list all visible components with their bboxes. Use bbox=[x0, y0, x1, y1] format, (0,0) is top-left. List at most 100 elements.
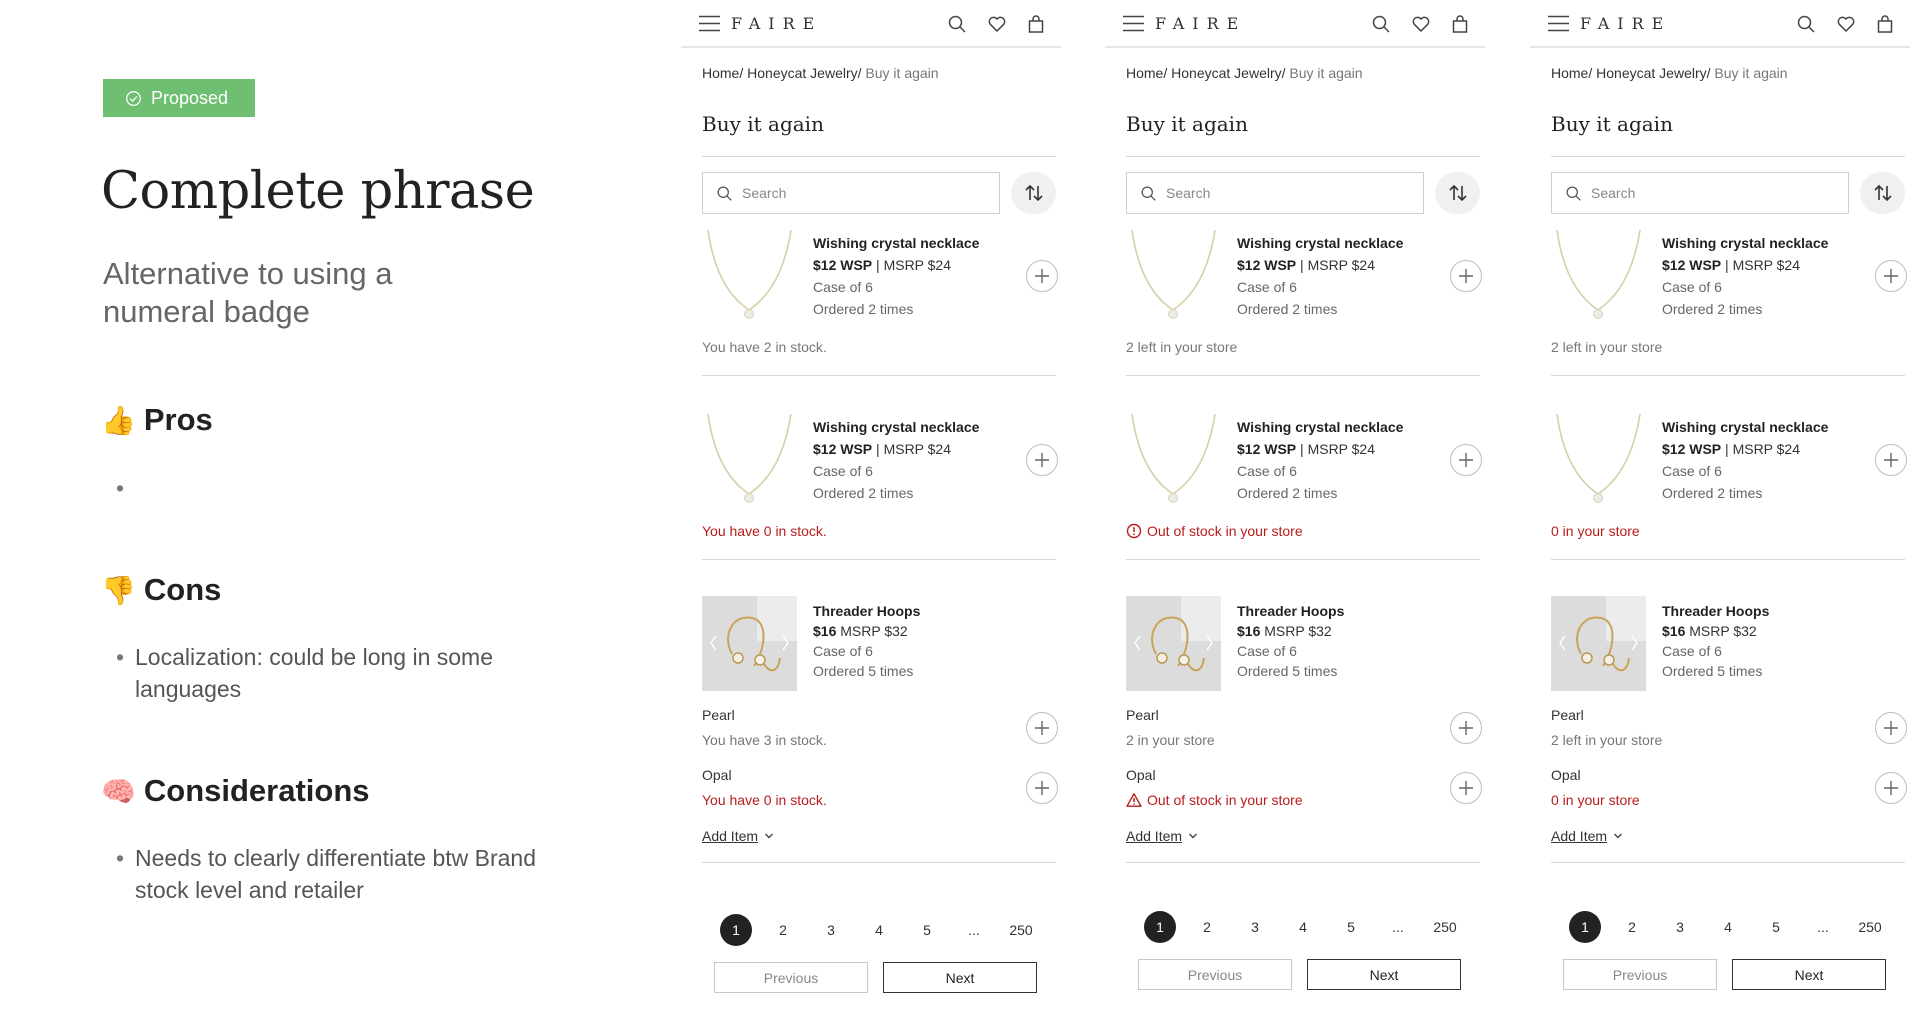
threader-hoops-image-carousel[interactable] bbox=[1551, 596, 1646, 691]
necklace-product-image[interactable] bbox=[1126, 412, 1221, 507]
product-name[interactable]: Wishing crystal necklace bbox=[1662, 232, 1828, 254]
page-number[interactable]: 5 bbox=[1758, 911, 1794, 943]
breadcrumb-home[interactable]: Home bbox=[1551, 65, 1588, 81]
add-to-cart-button[interactable] bbox=[1875, 444, 1907, 476]
add-to-cart-button[interactable] bbox=[1026, 712, 1058, 744]
msrp-price: MSRP $24 bbox=[883, 441, 952, 457]
faire-logo[interactable]: FAIRE bbox=[1580, 14, 1671, 33]
product-price: $16 MSRP $32 bbox=[813, 621, 920, 641]
threader-hoops-image-carousel[interactable] bbox=[702, 596, 797, 691]
add-to-cart-button[interactable] bbox=[1875, 712, 1907, 744]
heart-icon[interactable] bbox=[1836, 14, 1856, 34]
necklace-product-image[interactable] bbox=[702, 228, 797, 323]
page-number-active[interactable]: 1 bbox=[1569, 911, 1601, 943]
shopping-bag-icon[interactable] bbox=[1450, 14, 1470, 34]
product-name[interactable]: Threader Hoops bbox=[1662, 601, 1769, 621]
necklace-product-image[interactable] bbox=[702, 412, 797, 507]
next-button[interactable]: Next bbox=[883, 962, 1037, 993]
search-input[interactable]: Search bbox=[1126, 172, 1424, 214]
search-icon[interactable] bbox=[1371, 14, 1391, 34]
breadcrumb: Home/ Honeycat Jewelry/ Buy it again bbox=[1126, 65, 1363, 81]
page-number-active[interactable]: 1 bbox=[720, 914, 752, 946]
page-number[interactable]: 5 bbox=[909, 914, 945, 946]
page-number[interactable]: 250 bbox=[1427, 911, 1463, 943]
necklace-product-image[interactable] bbox=[1551, 228, 1646, 323]
threader-hoops-image-carousel[interactable] bbox=[1126, 596, 1221, 691]
necklace-product-image[interactable] bbox=[1126, 228, 1221, 323]
product-name[interactable]: Threader Hoops bbox=[1237, 601, 1344, 621]
order-count: Ordered 2 times bbox=[813, 485, 914, 501]
menu-icon[interactable] bbox=[699, 15, 720, 32]
heart-icon[interactable] bbox=[1411, 14, 1431, 34]
next-button[interactable]: Next bbox=[1732, 959, 1886, 990]
breadcrumb-home[interactable]: Home bbox=[1126, 65, 1163, 81]
page-number[interactable]: 2 bbox=[765, 914, 801, 946]
sort-arrows-icon bbox=[1873, 184, 1892, 202]
breadcrumb-brand[interactable]: Honeycat Jewelry bbox=[1171, 65, 1282, 81]
page-number[interactable]: 250 bbox=[1852, 911, 1888, 943]
add-item-dropdown[interactable]: Add Item bbox=[702, 828, 774, 844]
menu-icon[interactable] bbox=[1548, 15, 1569, 32]
list-item: Localization: could be long in some lang… bbox=[116, 641, 546, 705]
product-name[interactable]: Wishing crystal necklace bbox=[1237, 416, 1403, 438]
add-to-cart-button[interactable] bbox=[1026, 260, 1058, 292]
product-name[interactable]: Wishing crystal necklace bbox=[813, 232, 979, 254]
page-number[interactable]: 4 bbox=[1710, 911, 1746, 943]
add-to-cart-button[interactable] bbox=[1026, 772, 1058, 804]
menu-icon[interactable] bbox=[1123, 15, 1144, 32]
plus-icon bbox=[1459, 781, 1473, 795]
faire-logo[interactable]: FAIRE bbox=[1155, 14, 1246, 33]
page-number[interactable]: 4 bbox=[1285, 911, 1321, 943]
add-to-cart-button[interactable] bbox=[1026, 444, 1058, 476]
wholesale-price: $16 bbox=[813, 623, 837, 639]
page-ellipsis: ... bbox=[1392, 919, 1404, 935]
previous-button[interactable]: Previous bbox=[1138, 959, 1292, 990]
cons-title: Cons bbox=[143, 572, 222, 607]
stock-status: 0 in your store bbox=[1551, 792, 1640, 808]
previous-button[interactable]: Previous bbox=[714, 962, 868, 993]
msrp-price: MSRP $32 bbox=[840, 623, 908, 639]
search-input[interactable]: Search bbox=[702, 172, 1000, 214]
sort-button[interactable] bbox=[1435, 172, 1480, 214]
page-number[interactable]: 3 bbox=[1662, 911, 1698, 943]
search-icon[interactable] bbox=[947, 14, 967, 34]
product-name[interactable]: Wishing crystal necklace bbox=[1662, 416, 1828, 438]
sort-button[interactable] bbox=[1860, 172, 1905, 214]
add-to-cart-button[interactable] bbox=[1450, 712, 1482, 744]
search-input[interactable]: Search bbox=[1551, 172, 1849, 214]
page-title: Buy it again bbox=[702, 112, 824, 136]
sort-button[interactable] bbox=[1011, 172, 1056, 214]
search-icon[interactable] bbox=[1796, 14, 1816, 34]
order-count: Ordered 5 times bbox=[1662, 663, 1763, 679]
breadcrumb-brand[interactable]: Honeycat Jewelry bbox=[747, 65, 858, 81]
page-number[interactable]: 2 bbox=[1189, 911, 1225, 943]
product-name[interactable]: Wishing crystal necklace bbox=[813, 416, 979, 438]
shopping-bag-icon[interactable] bbox=[1026, 14, 1046, 34]
product-name[interactable]: Threader Hoops bbox=[813, 601, 920, 621]
add-item-dropdown[interactable]: Add Item bbox=[1551, 828, 1623, 844]
page-number-active[interactable]: 1 bbox=[1144, 911, 1176, 943]
add-to-cart-button[interactable] bbox=[1450, 772, 1482, 804]
next-button[interactable]: Next bbox=[1307, 959, 1461, 990]
add-item-dropdown[interactable]: Add Item bbox=[1126, 828, 1198, 844]
necklace-product-image[interactable] bbox=[1551, 412, 1646, 507]
page-number[interactable]: 3 bbox=[813, 914, 849, 946]
previous-button[interactable]: Previous bbox=[1563, 959, 1717, 990]
add-to-cart-button[interactable] bbox=[1450, 444, 1482, 476]
page-number[interactable]: 3 bbox=[1237, 911, 1273, 943]
faire-logo[interactable]: FAIRE bbox=[731, 14, 822, 33]
page-number[interactable]: 5 bbox=[1333, 911, 1369, 943]
add-to-cart-button[interactable] bbox=[1875, 260, 1907, 292]
product-name[interactable]: Wishing crystal necklace bbox=[1237, 232, 1403, 254]
breadcrumb-brand[interactable]: Honeycat Jewelry bbox=[1596, 65, 1707, 81]
add-to-cart-button[interactable] bbox=[1875, 772, 1907, 804]
page-number[interactable]: 2 bbox=[1614, 911, 1650, 943]
page-number[interactable]: 4 bbox=[861, 914, 897, 946]
wholesale-price: $12 WSP bbox=[1662, 257, 1722, 273]
shopping-bag-icon[interactable] bbox=[1875, 14, 1895, 34]
breadcrumb-home[interactable]: Home bbox=[702, 65, 739, 81]
heart-icon[interactable] bbox=[987, 14, 1007, 34]
add-to-cart-button[interactable] bbox=[1450, 260, 1482, 292]
page-number[interactable]: 250 bbox=[1003, 914, 1039, 946]
plus-icon bbox=[1884, 721, 1898, 735]
